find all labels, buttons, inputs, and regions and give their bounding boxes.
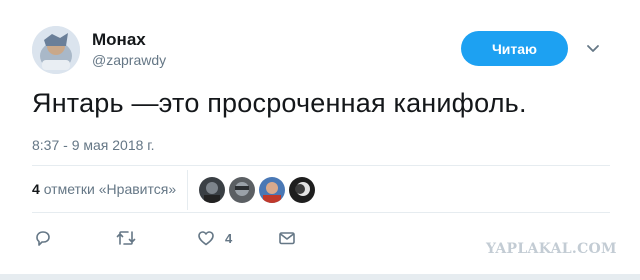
likes-label: отметки «Нравится» bbox=[43, 181, 177, 197]
avatar[interactable] bbox=[32, 26, 80, 74]
envelope-icon bbox=[278, 229, 296, 247]
retweet-button[interactable] bbox=[116, 229, 136, 247]
retweet-icon bbox=[116, 229, 136, 247]
reply-button[interactable] bbox=[34, 229, 52, 247]
tweet-card: Монах @zaprawdy Читаю Янтарь —это просро… bbox=[0, 0, 640, 280]
vertical-divider bbox=[187, 170, 188, 210]
likes-summary[interactable]: 4 отметки «Нравится» bbox=[32, 181, 176, 197]
user-handle[interactable]: @zaprawdy bbox=[92, 52, 166, 68]
liker-avatar[interactable] bbox=[199, 177, 225, 203]
watermark: YAPLAKAL.COM bbox=[486, 241, 617, 257]
heart-icon bbox=[197, 229, 215, 247]
divider bbox=[32, 165, 610, 166]
likes-count: 4 bbox=[32, 181, 40, 197]
like-count: 4 bbox=[225, 230, 233, 246]
tweet-timestamp[interactable]: 8:37 - 9 мая 2018 г. bbox=[32, 137, 155, 153]
like-button[interactable]: 4 bbox=[197, 229, 232, 247]
divider bbox=[32, 212, 610, 213]
display-name[interactable]: Монах bbox=[92, 30, 146, 50]
liker-avatar[interactable] bbox=[289, 177, 315, 203]
following-button[interactable]: Читаю bbox=[461, 31, 568, 66]
liker-avatar[interactable] bbox=[229, 177, 255, 203]
liker-avatar[interactable] bbox=[259, 177, 285, 203]
chevron-down-icon[interactable] bbox=[585, 42, 601, 56]
direct-message-button[interactable] bbox=[278, 229, 296, 247]
bottom-edge bbox=[0, 274, 640, 280]
reply-icon bbox=[34, 229, 52, 247]
avatar-image bbox=[32, 26, 80, 74]
tweet-text: Янтарь —это просроченная канифоль. bbox=[32, 88, 527, 118]
